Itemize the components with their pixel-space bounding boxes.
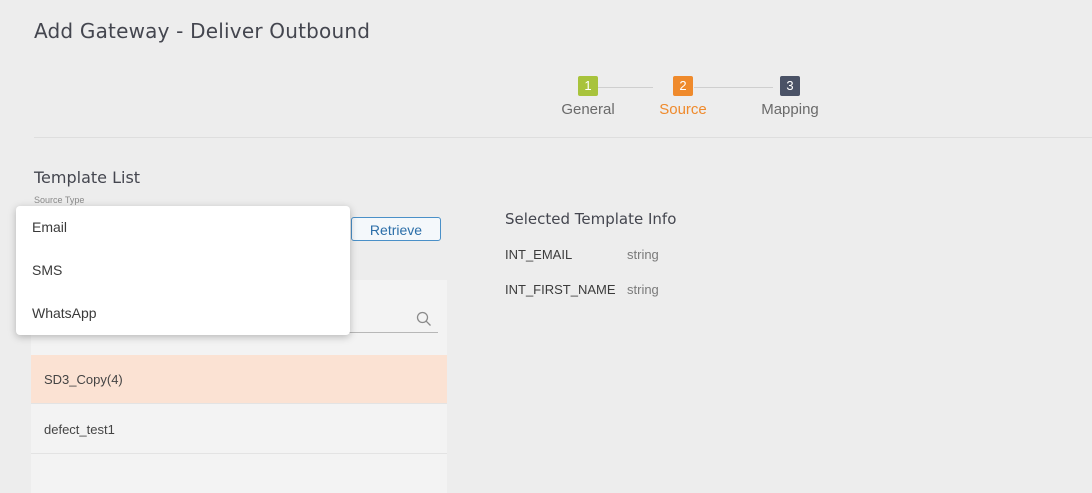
stepper: 1 General 2 Source 3 Mapping <box>0 76 1092 126</box>
page: Add Gateway - Deliver Outbound 1 General… <box>0 0 1092 493</box>
field-name: INT_EMAIL <box>505 247 573 262</box>
dropdown-option-whatsapp[interactable]: WhatsApp <box>16 294 350 332</box>
step-number: 3 <box>780 76 800 96</box>
selected-template-info-title: Selected Template Info <box>505 210 677 228</box>
field-name: INT_FIRST_NAME <box>505 282 616 297</box>
template-list-item[interactable]: defect_test1 <box>31 405 447 454</box>
template-list-title: Template List <box>34 168 141 187</box>
step-number: 2 <box>673 76 693 96</box>
step-source[interactable]: 2 Source <box>643 76 723 118</box>
retrieve-button[interactable]: Retrieve <box>351 217 441 241</box>
step-general[interactable]: 1 General <box>548 76 628 118</box>
step-mapping[interactable]: 3 Mapping <box>745 76 835 118</box>
dropdown-option-sms[interactable]: SMS <box>16 251 350 289</box>
field-type: string <box>627 282 659 297</box>
step-label: General <box>561 101 615 118</box>
dropdown-option-email[interactable]: Email <box>16 208 350 246</box>
step-label: Source <box>659 101 707 118</box>
template-list-item[interactable]: SD3_Copy(4) <box>31 355 447 404</box>
step-number: 1 <box>578 76 598 96</box>
step-label: Mapping <box>761 101 819 118</box>
source-type-label: Source Type <box>34 195 85 205</box>
search-icon[interactable] <box>416 311 432 327</box>
divider <box>34 137 1092 138</box>
page-title: Add Gateway - Deliver Outbound <box>34 19 371 43</box>
field-type: string <box>627 247 659 262</box>
source-type-dropdown-menu: Email SMS WhatsApp <box>16 206 350 335</box>
